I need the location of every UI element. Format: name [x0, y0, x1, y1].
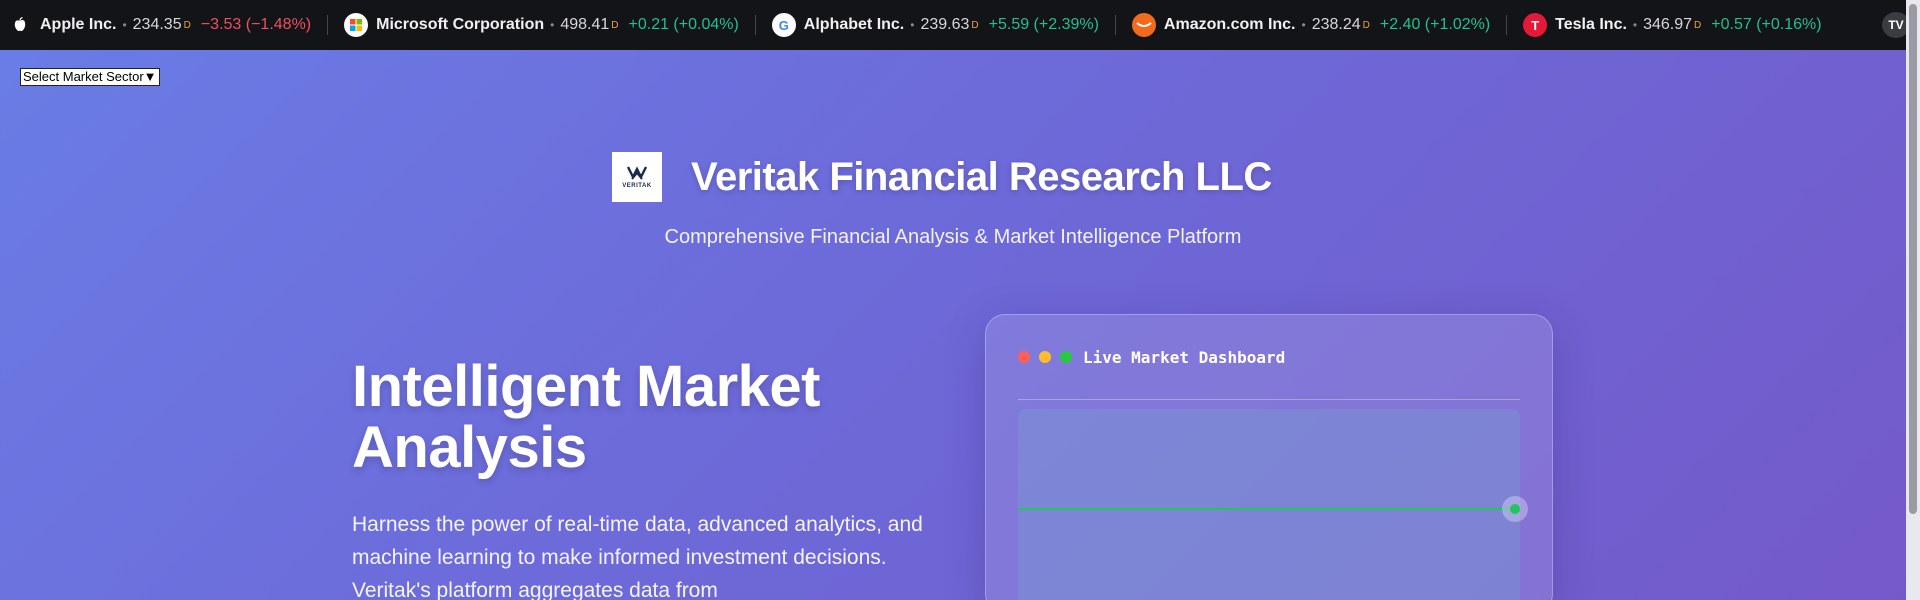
- ticker-item[interactable]: Microsoft Corporation • 498.41 D +0.21 (+0.0…: [344, 0, 739, 50]
- ticker-price: 346.97: [1643, 16, 1693, 33]
- ticker-dot: •: [1301, 18, 1306, 32]
- ticker-dot: •: [1632, 18, 1638, 32]
- ticker-price: 238.24: [1311, 16, 1361, 33]
- ticker-separator: [1506, 15, 1508, 35]
- microsoft-icon: [344, 13, 369, 37]
- page-scrollbar[interactable]: [1906, 0, 1920, 600]
- window-maximize-dot: [1060, 351, 1072, 363]
- ticker-change: +0.57 (+0.16%): [1711, 16, 1822, 33]
- market-sector-select[interactable]: Select Market Sector▼: [20, 68, 160, 86]
- veritak-logo-mark-icon: [626, 166, 648, 180]
- window-minimize-dot: [1039, 351, 1051, 363]
- ticker-item[interactable]: Apple Inc. • 234.35 D −3.53 (−1.48%): [8, 0, 311, 50]
- ticker-change: +0.21 (+0.04%): [628, 16, 739, 33]
- dashboard-chart-svg: [1018, 496, 1528, 522]
- scrollbar-thumb[interactable]: [1909, 4, 1917, 514]
- ticker-delayed-badge: D: [971, 19, 979, 31]
- ticker-price: 498.41: [560, 16, 610, 33]
- ticker-item[interactable]: Amazon.com Inc. • 238.24 D +2.40 (+1.02%): [1131, 0, 1491, 50]
- chart-latest-point: [1510, 504, 1520, 514]
- ticker-change: −3.53 (−1.48%): [200, 16, 312, 33]
- brand-header: VERITAK Veritak Financial Research LLC: [612, 152, 1272, 202]
- ticker-separator: [327, 15, 329, 35]
- ticker-company-name: Tesla Inc.: [1555, 16, 1627, 33]
- ticker-change: +2.40 (+1.02%): [1379, 16, 1491, 33]
- ticker-separator: [1114, 15, 1116, 35]
- google-icon: G: [771, 13, 796, 37]
- dashboard-header: Live Market Dashboard: [1018, 348, 1520, 400]
- amazon-icon: [1131, 13, 1156, 37]
- hero-description: Harness the power of real-time data, adv…: [352, 513, 923, 600]
- ticker-change: +5.59 (+2.39%): [988, 16, 1099, 33]
- ticker-separator: [754, 15, 756, 35]
- ticker-dot: •: [910, 18, 915, 32]
- veritak-logo: VERITAK: [612, 152, 662, 202]
- ticker-price: 234.35: [132, 16, 182, 33]
- ticker-item[interactable]: G Alphabet Inc. • 239.63 D +5.59 (+2.39%): [771, 0, 1099, 50]
- logo-text: VERITAK: [622, 183, 652, 189]
- ticker-delayed-badge: D: [183, 19, 191, 31]
- window-close-dot: [1018, 351, 1030, 363]
- hero-title: Intelligent Market Analysis: [352, 354, 820, 480]
- ticker-delayed-badge: D: [611, 19, 619, 31]
- ticker-dot: •: [122, 18, 127, 32]
- ticker-delayed-badge: D: [1362, 19, 1370, 31]
- ticker-item[interactable]: T Tesla Inc. • 346.97 D +0.57 (+0.16%): [1523, 0, 1822, 50]
- site-title: Veritak Financial Research LLC: [691, 154, 1272, 199]
- ticker-company-name: Alphabet Inc.: [803, 16, 905, 33]
- ticker-dot: •: [550, 18, 555, 32]
- dashboard-title: Live Market Dashboard: [1083, 348, 1286, 367]
- ticker-delayed-badge: D: [1694, 19, 1702, 31]
- ticker-company-name: Amazon.com Inc.: [1163, 16, 1296, 33]
- ticker-company-name: Apple Inc.: [40, 16, 117, 33]
- stock-ticker: Apple Inc. • 234.35 D −3.53 (−1.48%) Microsof…: [0, 0, 1906, 50]
- ticker-price: 239.63: [920, 16, 970, 33]
- dashboard-chart-area: [1018, 409, 1528, 600]
- site-tagline: Comprehensive Financial Analysis & Marke…: [664, 226, 1242, 248]
- tesla-icon: T: [1523, 13, 1548, 37]
- live-market-dashboard: Live Market Dashboard: [985, 314, 1553, 600]
- ticker-company-name: Microsoft Corporation: [376, 16, 545, 33]
- apple-icon: [8, 13, 32, 37]
